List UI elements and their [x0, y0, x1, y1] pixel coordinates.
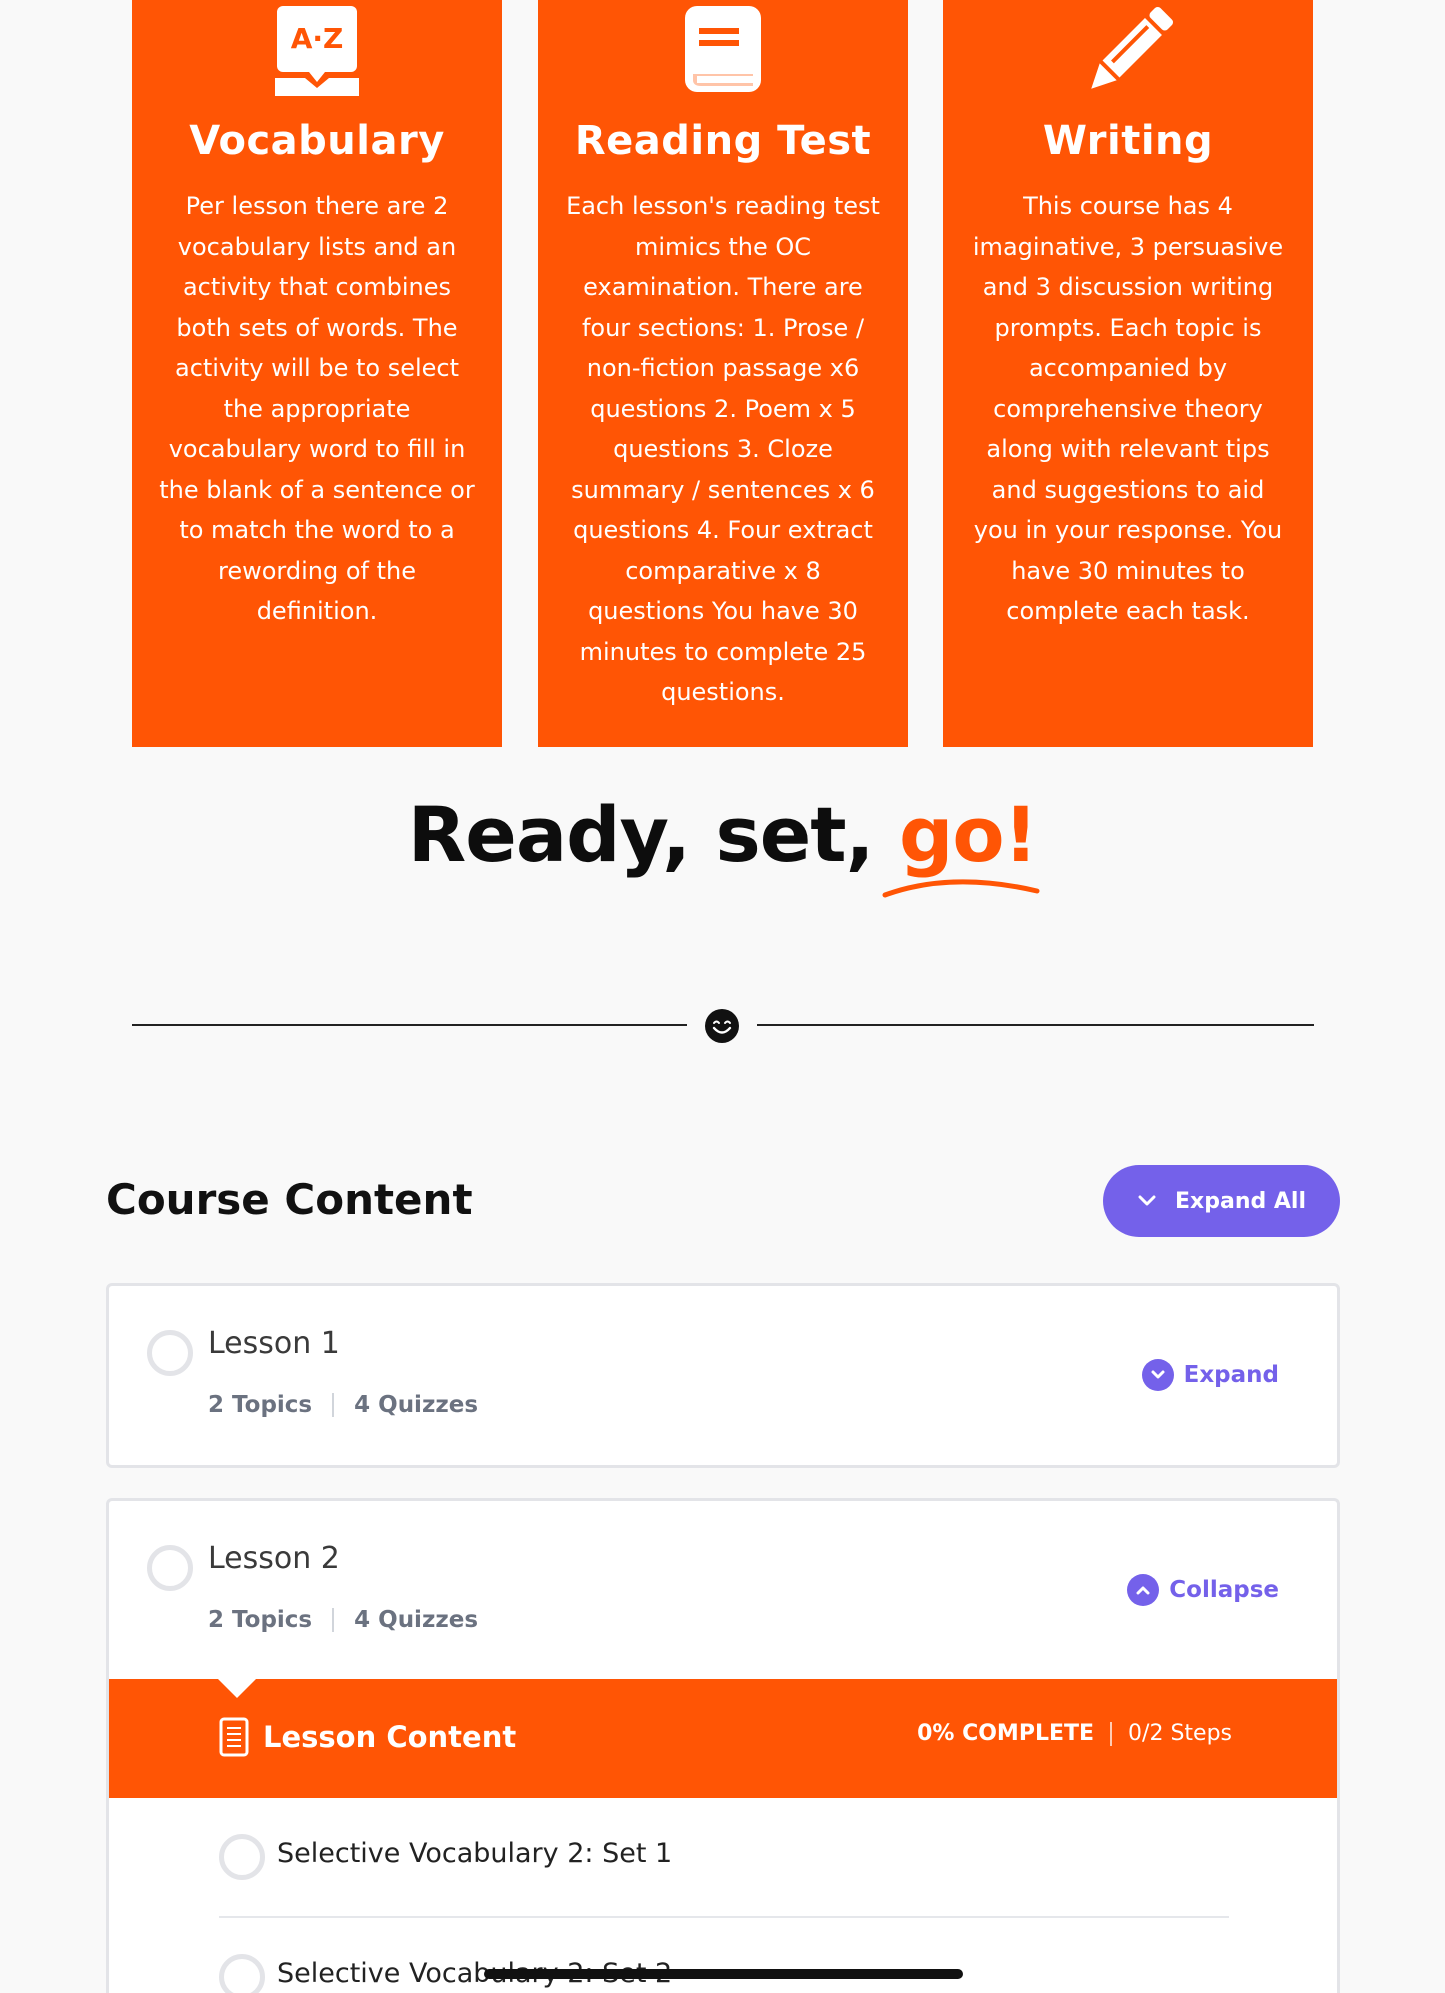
lesson-step[interactable]: Selective Vocabulary 2: Set 2 [219, 1920, 1229, 1993]
lesson-topics-count: 2 Topics [208, 1392, 313, 1418]
card-description: This course has 4 imaginative, 3 persuas… [972, 192, 1284, 625]
a-z-book-icon: A·Z [154, 0, 480, 110]
lesson-title[interactable]: Lesson 2 [208, 1541, 340, 1576]
lesson-step[interactable]: Selective Vocabulary 2: Set 1 [219, 1798, 1229, 1918]
card-title: Reading Test [574, 118, 872, 164]
chevron-up-icon [1127, 1574, 1160, 1606]
card-vocabulary: A·Z Vocabulary Per lesson there are 2 vo… [132, 0, 502, 747]
meta-separator [332, 1608, 335, 1632]
step-status-circle [219, 1954, 265, 1993]
book-icon [560, 0, 886, 110]
lesson-item[interactable]: Lesson 1 2 Topics 4 Quizzes Expand [106, 1283, 1340, 1468]
card-description: Per lesson there are 2 vocabulary lists … [159, 192, 475, 625]
lesson-expand-button[interactable]: Expand [1141, 1359, 1279, 1391]
lesson-expand-label: Expand [1183, 1362, 1279, 1388]
divider-line-right [757, 1024, 1314, 1026]
chevron-down-icon [1138, 1195, 1156, 1206]
expand-all-button[interactable]: Expand All [1103, 1165, 1340, 1237]
step-title[interactable]: Selective Vocabulary 2: Set 1 [277, 1838, 672, 1869]
swoosh-underline [882, 879, 1040, 898]
lesson-quizzes-count: 4 Quizzes [354, 1392, 479, 1418]
meta-separator [332, 1393, 335, 1417]
lesson-item[interactable]: Lesson 2 2 Topics 4 Quizzes Collapse Les… [106, 1498, 1340, 1993]
course-content-header: Course Content Expand All [106, 1165, 1340, 1237]
svg-text:A·Z: A·Z [291, 22, 344, 55]
pencil-icon [965, 0, 1291, 110]
lesson-meta: 2 Topics 4 Quizzes [208, 1607, 478, 1633]
lesson-content-notch [217, 1678, 257, 1698]
course-content-title: Course Content [106, 1175, 473, 1224]
lesson-status-circle [147, 1545, 193, 1591]
lesson-content-label: Lesson Content [263, 1720, 517, 1754]
step-status-circle [219, 1834, 265, 1880]
hero-title: Ready, set, go! [407, 790, 1040, 898]
progress-steps: 0/2 Steps [1128, 1721, 1232, 1746]
lesson-content-heading: Lesson Content [219, 1717, 516, 1757]
section-divider [132, 1008, 1314, 1044]
lesson-progress: 0% COMPLETE 0/2 Steps [917, 1721, 1232, 1746]
lesson-quizzes-count: 4 Quizzes [354, 1607, 479, 1633]
card-writing: Writing This course has 4 imaginative, 3… [943, 0, 1313, 747]
divider-line-left [132, 1024, 687, 1026]
lesson-collapse-button[interactable]: Collapse [1127, 1574, 1279, 1606]
chevron-down-icon [1141, 1359, 1174, 1391]
lesson-collapse-label: Collapse [1169, 1577, 1279, 1603]
lesson-topics-count: 2 Topics [208, 1607, 313, 1633]
lesson-title[interactable]: Lesson 1 [208, 1326, 340, 1361]
hero-title-accent: go! [882, 790, 1040, 898]
progress-percent: 0% COMPLETE [917, 1721, 1095, 1746]
lesson-meta: 2 Topics 4 Quizzes [208, 1392, 478, 1418]
feature-cards: A·Z Vocabulary Per lesson there are 2 vo… [132, 0, 1314, 747]
card-reading-test: Reading Test Each lesson's reading test … [538, 0, 908, 747]
card-title: Vocabulary [189, 118, 445, 164]
card-title: Writing [1042, 118, 1214, 164]
hero-title-main: Ready, set, [407, 790, 899, 879]
document-icon [219, 1717, 249, 1757]
home-indicator [484, 1969, 963, 1979]
lesson-content-bar: Lesson Content 0% COMPLETE 0/2 Steps [109, 1678, 1337, 1798]
progress-separator [1110, 1721, 1113, 1746]
card-description: Each lesson's reading test mimics the OC… [566, 192, 880, 706]
hero: Ready, set, go! [0, 790, 1445, 898]
smile-icon [704, 1008, 740, 1044]
expand-all-label: Expand All [1175, 1188, 1306, 1214]
lesson-status-circle [147, 1330, 193, 1376]
